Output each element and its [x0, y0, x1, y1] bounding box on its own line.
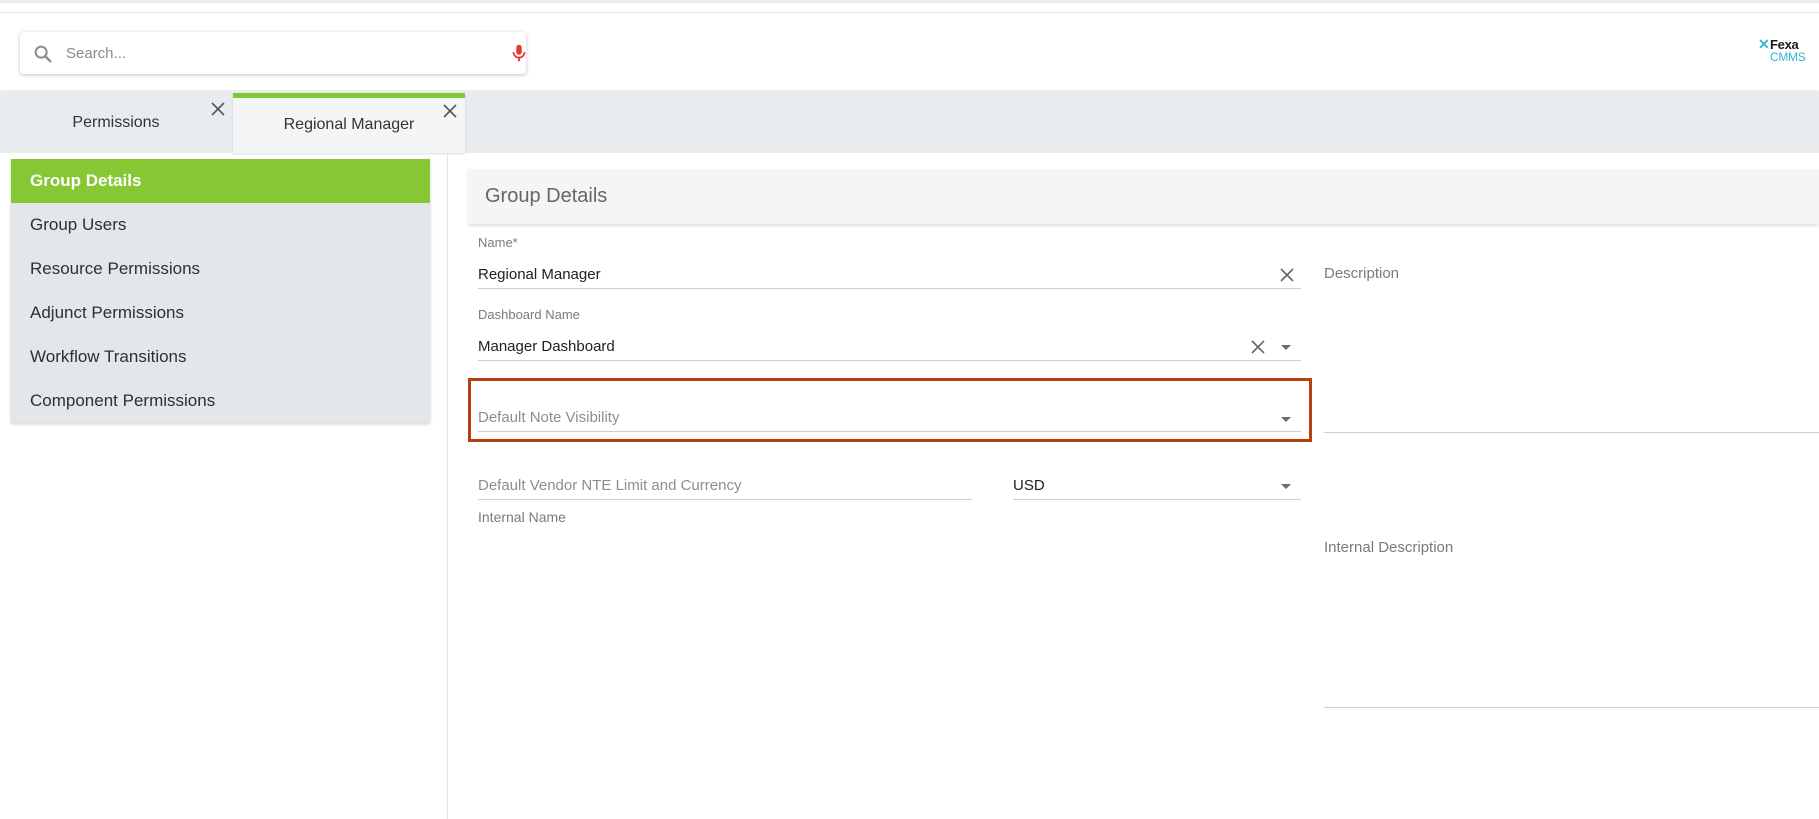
- note-visibility-underline: [478, 431, 1301, 432]
- logo-line2: CMMS: [1770, 50, 1806, 64]
- description-label: Description: [1324, 265, 1400, 282]
- logo-x-icon: ✕: [1758, 36, 1770, 52]
- search-bar: [20, 32, 526, 74]
- sidebar-item-group-details[interactable]: Group Details: [11, 159, 430, 203]
- internal-description-label: Internal Description: [1324, 539, 1454, 556]
- top-border: [0, 0, 1819, 3]
- chevron-down-icon[interactable]: [1281, 484, 1291, 489]
- dashboard-label: Dashboard Name: [478, 307, 580, 322]
- description-underline: [1324, 432, 1819, 433]
- name-label: Name*: [478, 235, 518, 250]
- dashboard-select[interactable]: Manager Dashboard: [478, 338, 615, 355]
- close-icon[interactable]: [209, 100, 227, 118]
- microphone-icon[interactable]: [508, 42, 530, 64]
- fexa-logo: ✕ Fexa CMMS: [1758, 36, 1814, 71]
- sidebar-item-adjunct-permissions[interactable]: Adjunct Permissions: [11, 291, 430, 335]
- internal-description-underline: [1324, 707, 1819, 708]
- tab-label: Permissions: [72, 114, 160, 131]
- chevron-down-icon[interactable]: [1281, 345, 1291, 350]
- tab-permissions[interactable]: Permissions: [0, 93, 232, 151]
- sidebar-item-group-users[interactable]: Group Users: [11, 203, 430, 247]
- tab-regional-manager[interactable]: Regional Manager: [233, 93, 465, 153]
- sidebar-item-workflow-transitions[interactable]: Workflow Transitions: [11, 335, 430, 379]
- currency-select[interactable]: USD: [1013, 477, 1045, 494]
- name-input[interactable]: Regional Manager: [478, 266, 601, 283]
- sidebar-item-resource-permissions[interactable]: Resource Permissions: [11, 247, 430, 291]
- search-icon: [34, 45, 52, 63]
- note-visibility-select[interactable]: Default Note Visibility: [478, 409, 619, 426]
- clear-icon[interactable]: [1249, 338, 1267, 356]
- panel-header: Group Details: [468, 169, 1819, 224]
- dashboard-underline: [478, 360, 1301, 361]
- vendor-nte-input[interactable]: Default Vendor NTE Limit and Currency: [478, 477, 741, 494]
- vendor-nte-underline: [478, 499, 972, 500]
- clear-icon[interactable]: [1278, 266, 1296, 284]
- search-input[interactable]: [66, 41, 466, 65]
- tab-label: Regional Manager: [283, 116, 415, 133]
- internal-name-label: Internal Name: [478, 509, 566, 525]
- sidebar-item-component-permissions[interactable]: Component Permissions: [11, 379, 430, 423]
- name-underline: [478, 288, 1301, 289]
- sidebar-menu: Group Details Group Users Resource Permi…: [11, 159, 430, 423]
- app-header: ✕ Fexa CMMS: [0, 12, 1819, 90]
- currency-underline: [1013, 499, 1301, 500]
- panel-title: Group Details: [485, 185, 608, 207]
- close-icon[interactable]: [441, 102, 459, 120]
- tab-bar: Permissions Regional Manager: [0, 91, 1819, 153]
- panel-divider: [447, 153, 448, 819]
- chevron-down-icon[interactable]: [1281, 417, 1291, 422]
